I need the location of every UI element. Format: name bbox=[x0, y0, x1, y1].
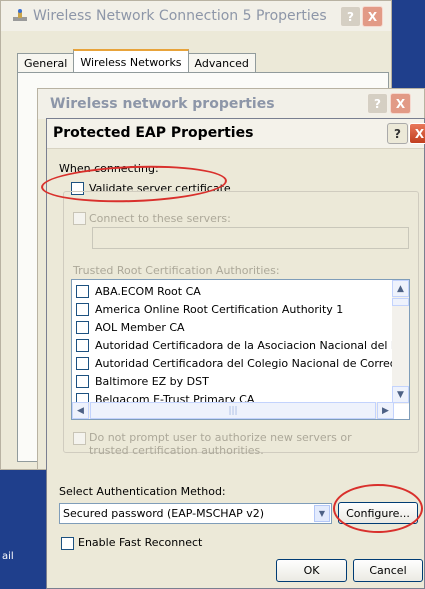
auth-method-value: Secured password (EAP-MSCHAP v2) bbox=[63, 507, 265, 520]
enable-fast-reconnect-label[interactable]: Enable Fast Reconnect bbox=[78, 536, 202, 549]
list-item-checkbox[interactable] bbox=[76, 302, 89, 316]
close-button[interactable]: X bbox=[362, 6, 383, 27]
close-button[interactable]: X bbox=[390, 93, 411, 114]
servers-input[interactable] bbox=[92, 227, 409, 249]
list-item-checkbox[interactable] bbox=[76, 284, 89, 298]
connect-to-servers-label: Connect to these servers: bbox=[89, 212, 231, 225]
connect-to-servers-checkbox[interactable] bbox=[73, 212, 86, 225]
title-bar: Wireless Network Connection 5 Properties… bbox=[1, 1, 391, 31]
tab-strip: General Wireless Networks Advanced bbox=[17, 49, 256, 73]
close-button[interactable]: X bbox=[409, 123, 425, 144]
trusted-roots-list[interactable]: ABA.ECOM Root CA America Online Root Cer… bbox=[71, 279, 410, 420]
list-item-label: Autoridad Certificadora del Colegio Naci… bbox=[95, 356, 410, 370]
cancel-button[interactable]: Cancel bbox=[353, 559, 423, 582]
title-bar: Wireless network properties ? X bbox=[38, 89, 424, 119]
scroll-down-button[interactable]: ▼ bbox=[392, 386, 409, 403]
scroll-thumb[interactable] bbox=[392, 298, 409, 306]
help-button[interactable]: ? bbox=[367, 93, 388, 114]
list-item[interactable]: ABA.ECOM Root CA bbox=[76, 283, 201, 299]
list-item[interactable]: AOL Member CA bbox=[76, 319, 185, 335]
chevron-right-icon: ▶ bbox=[382, 405, 389, 416]
list-item[interactable]: Autoridad Certificadora del Colegio Naci… bbox=[76, 355, 410, 371]
list-item[interactable]: Baltimore EZ by DST bbox=[76, 373, 209, 389]
enable-fast-reconnect-checkbox[interactable] bbox=[61, 537, 74, 550]
list-item-checkbox[interactable] bbox=[76, 320, 89, 334]
list-item-checkbox[interactable] bbox=[76, 338, 89, 352]
list-item-label: Baltimore EZ by DST bbox=[95, 374, 209, 388]
scroll-up-button[interactable]: ▲ bbox=[392, 280, 409, 297]
scroll-left-button[interactable]: ◀ bbox=[72, 402, 89, 419]
tab-wireless-networks[interactable]: Wireless Networks bbox=[73, 49, 189, 73]
list-item-label: ABA.ECOM Root CA bbox=[95, 284, 201, 298]
window-title: Protected EAP Properties bbox=[53, 125, 254, 141]
annotation-circle-configure bbox=[333, 484, 423, 533]
help-button[interactable]: ? bbox=[387, 123, 408, 144]
chevron-up-icon: ▲ bbox=[397, 283, 404, 294]
auth-method-select[interactable]: Secured password (EAP-MSCHAP v2) ▼ bbox=[59, 503, 332, 524]
grip-icon: ||| bbox=[228, 405, 238, 416]
desktop-label: ail bbox=[2, 551, 14, 562]
vertical-scrollbar[interactable]: ▲ ▼ bbox=[392, 280, 409, 404]
tab-general[interactable]: General bbox=[17, 53, 75, 73]
list-item-checkbox[interactable] bbox=[76, 374, 89, 388]
ok-button[interactable]: OK bbox=[276, 559, 347, 582]
title-bar: Protected EAP Properties ? X bbox=[47, 119, 425, 149]
scroll-right-button[interactable]: ▶ bbox=[377, 402, 394, 419]
window-title: Wireless network properties bbox=[50, 96, 275, 112]
trusted-root-label: Trusted Root Certification Authorities: bbox=[73, 264, 280, 277]
window-title: Wireless Network Connection 5 Properties bbox=[33, 8, 327, 24]
list-item[interactable]: America Online Root Certification Author… bbox=[76, 301, 343, 317]
do-not-prompt-label: Do not prompt user to authorize new serv… bbox=[89, 431, 352, 457]
scroll-thumb-horizontal[interactable]: ||| bbox=[90, 402, 376, 419]
chevron-down-icon: ▼ bbox=[397, 389, 404, 400]
chevron-left-icon: ◀ bbox=[77, 405, 84, 416]
list-item-label: AOL Member CA bbox=[95, 320, 185, 334]
chevron-down-icon[interactable]: ▼ bbox=[314, 505, 330, 522]
tab-advanced[interactable]: Advanced bbox=[187, 53, 256, 73]
list-item-label: Autoridad Certificadora de la Asociacion… bbox=[95, 338, 410, 352]
select-auth-method-label: Select Authentication Method: bbox=[59, 485, 226, 498]
list-item-checkbox[interactable] bbox=[76, 356, 89, 370]
horizontal-scrollbar[interactable]: ◀ ||| ▶ bbox=[72, 402, 394, 419]
list-item[interactable]: Autoridad Certificadora de la Asociacion… bbox=[76, 337, 410, 353]
help-button[interactable]: ? bbox=[340, 6, 361, 27]
network-icon bbox=[11, 9, 29, 26]
list-item-label: America Online Root Certification Author… bbox=[95, 302, 344, 316]
do-not-prompt-checkbox[interactable] bbox=[73, 432, 86, 445]
